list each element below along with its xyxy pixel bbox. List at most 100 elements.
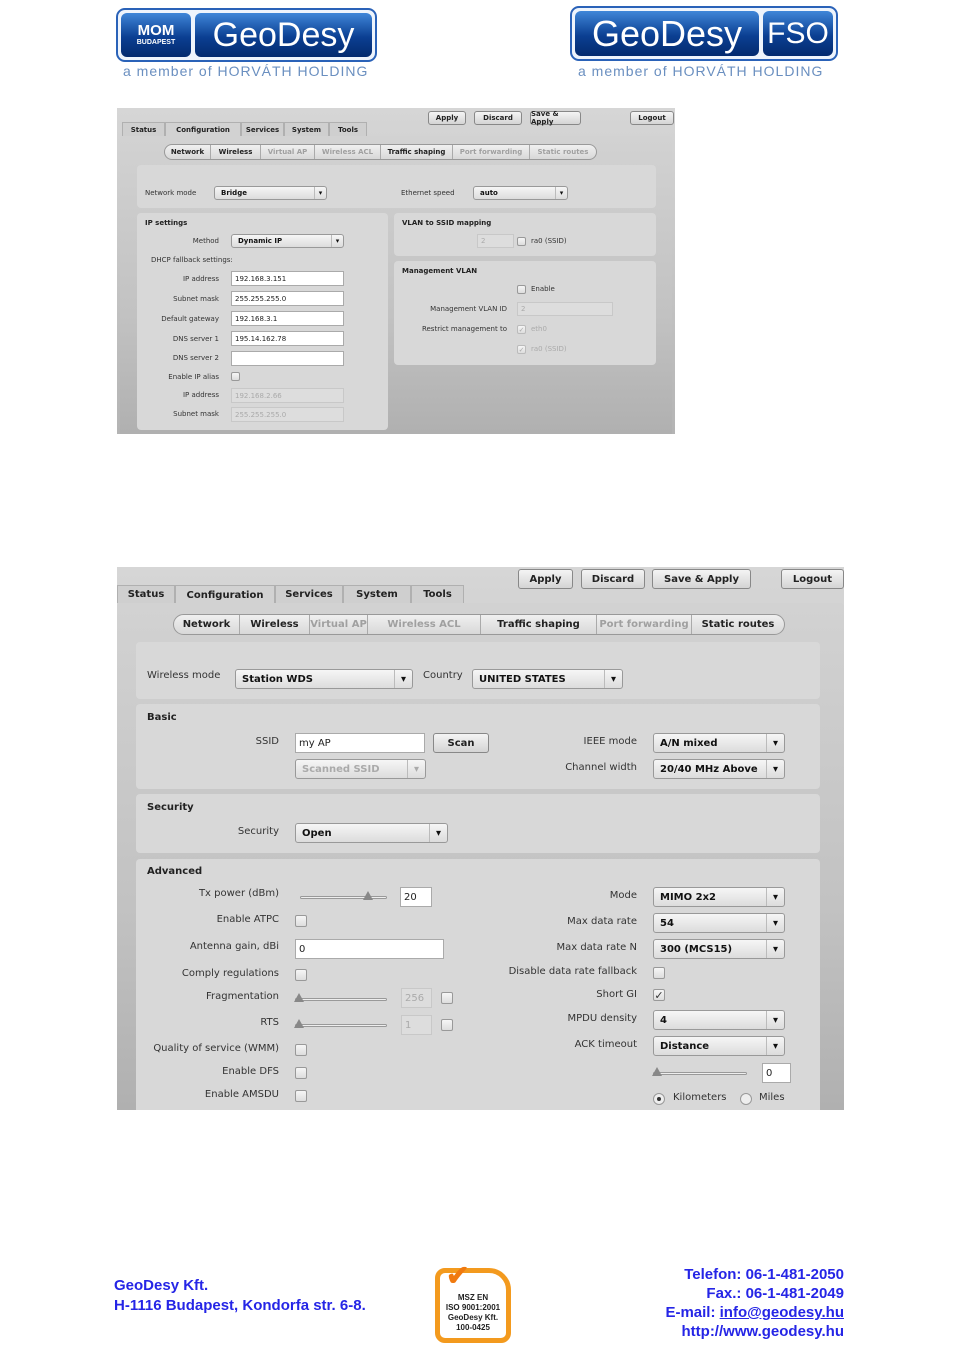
tab-configuration[interactable]: Configuration bbox=[165, 122, 241, 137]
ack-timeout-select[interactable]: Distance ▾ bbox=[653, 1036, 785, 1056]
network-mode-select[interactable]: Bridge ▾ bbox=[214, 186, 327, 200]
subtab-network[interactable]: Network bbox=[174, 615, 240, 634]
tx-power-slider[interactable] bbox=[300, 891, 387, 900]
logout-button[interactable]: Logout bbox=[630, 111, 674, 125]
subtab-wireless[interactable]: Wireless bbox=[211, 145, 261, 159]
tab-status[interactable]: Status bbox=[122, 122, 165, 136]
channel-width-select[interactable]: 20/40 MHz Above ▾ bbox=[653, 759, 785, 779]
antenna-gain-input[interactable]: 0 bbox=[295, 939, 444, 959]
save-apply-button[interactable]: Save & Apply bbox=[530, 110, 581, 126]
tab-services[interactable]: Services bbox=[241, 122, 284, 136]
mode-select[interactable]: MIMO 2x2 ▾ bbox=[653, 887, 785, 907]
security-select[interactable]: Open ▾ bbox=[295, 823, 448, 843]
iso-line: 100-0425 bbox=[456, 1323, 490, 1332]
logout-button[interactable]: Logout bbox=[781, 569, 844, 589]
rts-slider[interactable] bbox=[294, 1019, 387, 1028]
tx-power-input[interactable]: 20 bbox=[400, 887, 432, 907]
miles-radio[interactable] bbox=[740, 1093, 752, 1105]
slider-handle[interactable] bbox=[294, 1019, 304, 1028]
alias-ip-input[interactable]: 192.168.2.66 bbox=[231, 388, 344, 403]
tab-tools[interactable]: Tools bbox=[329, 122, 367, 136]
tab-tools[interactable]: Tools bbox=[411, 585, 464, 603]
apply-button[interactable]: Apply bbox=[518, 569, 573, 589]
chevron-down-icon: ▾ bbox=[407, 760, 425, 778]
mpdu-density-select[interactable]: 4 ▾ bbox=[653, 1010, 785, 1030]
dns-server-1-input[interactable]: 195.14.162.78 bbox=[231, 331, 344, 346]
qos-wmm-checkbox[interactable] bbox=[295, 1044, 307, 1056]
dns-server-2-input[interactable] bbox=[231, 351, 344, 366]
tab-system[interactable]: System bbox=[343, 585, 411, 603]
enable-atpc-checkbox[interactable] bbox=[295, 915, 307, 927]
country-select[interactable]: UNITED STATES ▾ bbox=[472, 669, 623, 689]
subtab-network[interactable]: Network bbox=[165, 145, 211, 159]
fragmentation-slider[interactable] bbox=[294, 993, 387, 1002]
subtab-port-forwarding[interactable]: Port forwarding bbox=[597, 615, 692, 634]
vlan-ssid-input[interactable]: 2 bbox=[477, 234, 514, 248]
management-vlan-id-input[interactable]: 2 bbox=[517, 302, 613, 316]
subtab-virtual-ap[interactable]: Virtual AP bbox=[310, 615, 368, 634]
ieee-mode-select[interactable]: A/N mixed ▾ bbox=[653, 733, 785, 753]
max-data-rate-select[interactable]: 54 ▾ bbox=[653, 913, 785, 933]
max-data-rate-n-label: Max data rate N bbox=[556, 942, 637, 953]
enable-ip-alias-checkbox[interactable] bbox=[231, 372, 240, 381]
slider-handle[interactable] bbox=[652, 1067, 662, 1076]
rts-checkbox[interactable] bbox=[441, 1019, 453, 1031]
subtab-wireless-acl[interactable]: Wireless ACL bbox=[368, 615, 481, 634]
iso-line: ISO 9001:2001 bbox=[445, 1303, 501, 1312]
method-select[interactable]: Dynamic IP ▾ bbox=[231, 234, 344, 248]
subtab-traffic-shaping[interactable]: Traffic shaping bbox=[381, 145, 453, 159]
subtab-port-forwarding[interactable]: Port forwarding bbox=[453, 145, 530, 159]
scan-button[interactable]: Scan bbox=[433, 733, 489, 753]
management-vlan-enable-checkbox[interactable] bbox=[517, 285, 526, 294]
max-data-rate-n-select[interactable]: 300 (MCS15) ▾ bbox=[653, 939, 785, 959]
tab-configuration[interactable]: Configuration bbox=[175, 585, 275, 604]
alias-mask-input[interactable]: 255.255.255.0 bbox=[231, 407, 344, 422]
distance-input[interactable]: 0 bbox=[762, 1063, 791, 1083]
enable-amsdu-checkbox[interactable] bbox=[295, 1090, 307, 1102]
country-label: Country bbox=[423, 670, 463, 681]
scanned-ssid-select[interactable]: Scanned SSID ▾ bbox=[295, 759, 426, 779]
save-apply-button[interactable]: Save & Apply bbox=[652, 569, 751, 589]
tab-system[interactable]: System bbox=[284, 122, 329, 136]
fragmentation-input[interactable]: 256 bbox=[401, 988, 432, 1008]
ip-address-input[interactable]: 192.168.3.151 bbox=[231, 271, 344, 286]
chevron-down-icon: ▾ bbox=[766, 1011, 784, 1029]
comply-regulations-label: Comply regulations bbox=[181, 968, 279, 979]
short-gi-checkbox[interactable]: ✓ bbox=[653, 989, 665, 1002]
ethernet-speed-select[interactable]: auto ▾ bbox=[473, 186, 568, 200]
subtab-wireless[interactable]: Wireless bbox=[240, 615, 310, 634]
subtab-wireless-acl[interactable]: Wireless ACL bbox=[315, 145, 381, 159]
chevron-down-icon: ▾ bbox=[314, 187, 326, 199]
ssid-input[interactable]: my AP bbox=[295, 733, 425, 753]
ethernet-speed-value: auto bbox=[480, 189, 498, 197]
tab-services[interactable]: Services bbox=[275, 585, 343, 603]
kilometers-radio[interactable] bbox=[653, 1093, 665, 1105]
apply-button[interactable]: Apply bbox=[428, 111, 466, 125]
rts-input[interactable]: 1 bbox=[401, 1015, 432, 1035]
website-link[interactable]: http://www.geodesy.hu bbox=[682, 1323, 845, 1340]
ip-address-label: IP address bbox=[182, 275, 219, 283]
comply-regulations-checkbox[interactable] bbox=[295, 969, 307, 981]
slider-handle[interactable] bbox=[363, 891, 373, 900]
disable-fallback-checkbox[interactable] bbox=[653, 967, 665, 979]
discard-button[interactable]: Discard bbox=[474, 111, 522, 125]
enable-dfs-checkbox[interactable] bbox=[295, 1067, 307, 1079]
subtab-traffic-shaping[interactable]: Traffic shaping bbox=[481, 615, 597, 634]
default-gateway-input[interactable]: 192.168.3.1 bbox=[231, 311, 344, 326]
discard-button[interactable]: Discard bbox=[581, 569, 645, 589]
ra0-ssid-checkbox[interactable] bbox=[517, 237, 526, 246]
email-link[interactable]: info@geodesy.hu bbox=[720, 1304, 844, 1321]
wireless-mode-select[interactable]: Station WDS ▾ bbox=[235, 669, 413, 689]
slider-handle[interactable] bbox=[294, 993, 304, 1002]
subtab-virtual-ap[interactable]: Virtual AP bbox=[261, 145, 315, 159]
vlan-ssid-title: VLAN to SSID mapping bbox=[402, 219, 492, 227]
subtab-static-routes[interactable]: Static routes bbox=[530, 145, 596, 159]
eth0-checkbox[interactable]: ✓ bbox=[517, 325, 526, 334]
subtab-static-routes[interactable]: Static routes bbox=[692, 615, 784, 634]
distance-slider[interactable] bbox=[652, 1067, 747, 1076]
fragmentation-checkbox[interactable] bbox=[441, 992, 453, 1004]
security-title: Security bbox=[147, 802, 194, 813]
subnet-mask-input[interactable]: 255.255.255.0 bbox=[231, 291, 344, 306]
ra0-checkbox[interactable]: ✓ bbox=[517, 345, 526, 354]
tab-status[interactable]: Status bbox=[117, 585, 175, 603]
